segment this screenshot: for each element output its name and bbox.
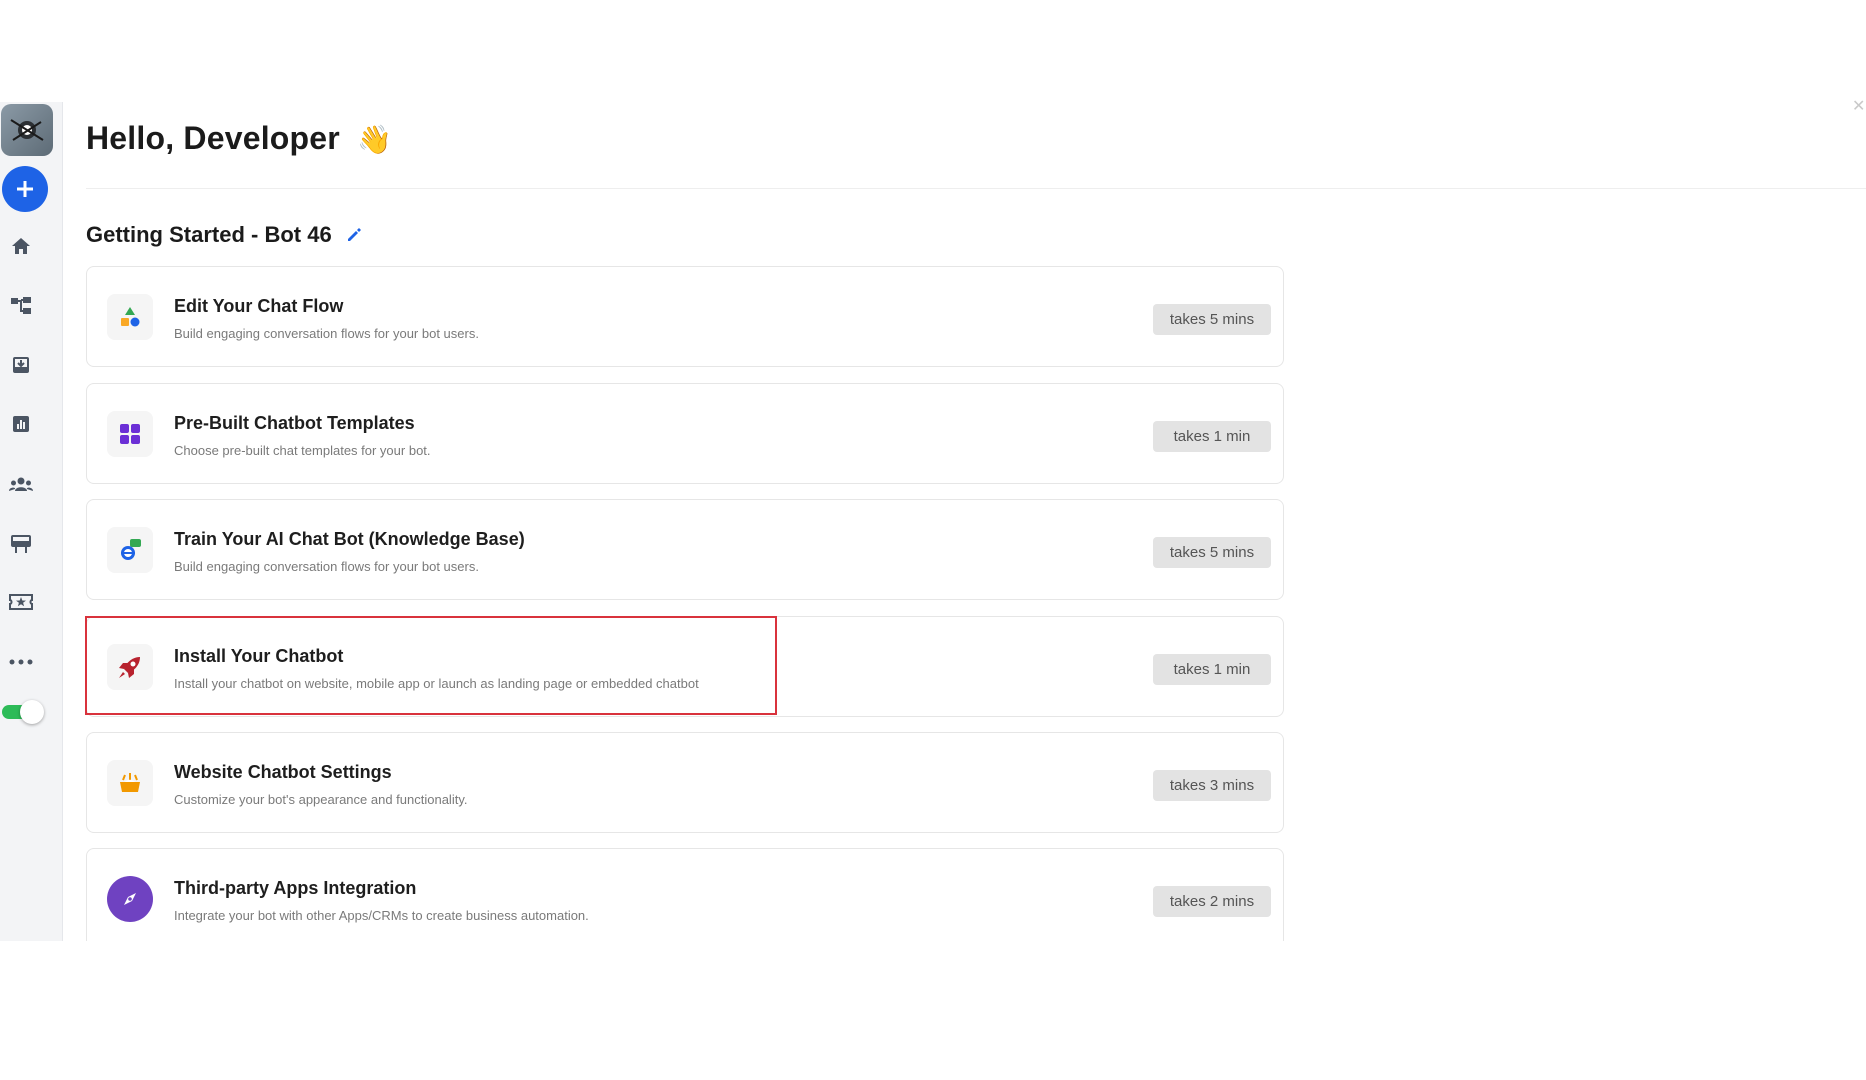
home-icon[interactable] bbox=[9, 234, 33, 258]
section-title: Getting Started - Bot 46 bbox=[86, 222, 362, 248]
card-description: Integrate your bot with other Apps/CRMs … bbox=[174, 908, 589, 923]
card-title: Install Your Chatbot bbox=[174, 646, 344, 666]
ticket-icon[interactable] bbox=[9, 590, 33, 614]
billboard-icon[interactable] bbox=[9, 531, 33, 555]
card-title: Train Your AI Chat Bot (Knowledge Base) bbox=[174, 529, 525, 549]
card-description: Customize your bot's appearance and func… bbox=[174, 792, 468, 807]
time-badge: takes 5 mins bbox=[1153, 304, 1271, 335]
settings-icon bbox=[107, 760, 153, 806]
card-edit-chat-flow[interactable]: Edit Your Chat Flow Build engaging conve… bbox=[86, 266, 1284, 367]
card-title: Third-party Apps Integration bbox=[174, 878, 417, 898]
page-greeting: Hello, Developer 👋 bbox=[86, 120, 392, 157]
card-website-settings[interactable]: Website Chatbot Settings Customize your … bbox=[86, 732, 1284, 833]
grid-icon bbox=[107, 411, 153, 457]
analytics-icon[interactable] bbox=[9, 412, 33, 436]
add-bot-button[interactable] bbox=[2, 166, 48, 212]
wave-emoji: 👋 bbox=[357, 124, 393, 155]
time-badge: takes 1 min bbox=[1153, 421, 1271, 452]
users-icon[interactable] bbox=[9, 472, 33, 496]
compass-icon bbox=[107, 876, 153, 922]
header-divider bbox=[86, 188, 1866, 189]
close-icon[interactable]: ✕ bbox=[1852, 99, 1866, 115]
rocket-icon bbox=[107, 644, 153, 690]
inbox-icon[interactable] bbox=[9, 353, 33, 377]
card-title: Edit Your Chat Flow bbox=[174, 296, 344, 316]
card-third-party-integration[interactable]: Third-party Apps Integration Integrate y… bbox=[86, 848, 1284, 941]
edit-pencil-icon[interactable] bbox=[346, 227, 362, 243]
card-description: Install your chatbot on website, mobile … bbox=[174, 676, 699, 691]
section-title-text: Getting Started - Bot 46 bbox=[86, 222, 332, 247]
card-install-chatbot[interactable]: Install Your Chatbot Install your chatbo… bbox=[86, 616, 1284, 717]
bot-status-toggle[interactable] bbox=[2, 700, 44, 724]
sidebar bbox=[0, 102, 63, 941]
time-badge: takes 1 min bbox=[1153, 654, 1271, 685]
card-prebuilt-templates[interactable]: Pre-Built Chatbot Templates Choose pre-b… bbox=[86, 383, 1284, 484]
knowledge-icon bbox=[107, 527, 153, 573]
bot-avatar[interactable] bbox=[1, 104, 53, 156]
card-train-ai-bot[interactable]: Train Your AI Chat Bot (Knowledge Base) … bbox=[86, 499, 1284, 600]
card-description: Build engaging conversation flows for yo… bbox=[174, 326, 479, 341]
greeting-text: Hello, Developer bbox=[86, 120, 340, 156]
time-badge: takes 2 mins bbox=[1153, 886, 1271, 917]
time-badge: takes 3 mins bbox=[1153, 770, 1271, 801]
shapes-icon bbox=[107, 294, 153, 340]
plus-icon bbox=[17, 181, 33, 197]
card-description: Choose pre-built chat templates for your… bbox=[174, 443, 431, 458]
more-icon[interactable] bbox=[9, 650, 33, 674]
card-description: Build engaging conversation flows for yo… bbox=[174, 559, 479, 574]
flow-icon[interactable] bbox=[9, 294, 33, 318]
card-title: Pre-Built Chatbot Templates bbox=[174, 413, 415, 433]
toggle-knob bbox=[20, 700, 44, 724]
time-badge: takes 5 mins bbox=[1153, 537, 1271, 568]
card-title: Website Chatbot Settings bbox=[174, 762, 392, 782]
app-screen: ✕ Hello, Developer 👋 Getting Started - B… bbox=[0, 0, 1866, 941]
